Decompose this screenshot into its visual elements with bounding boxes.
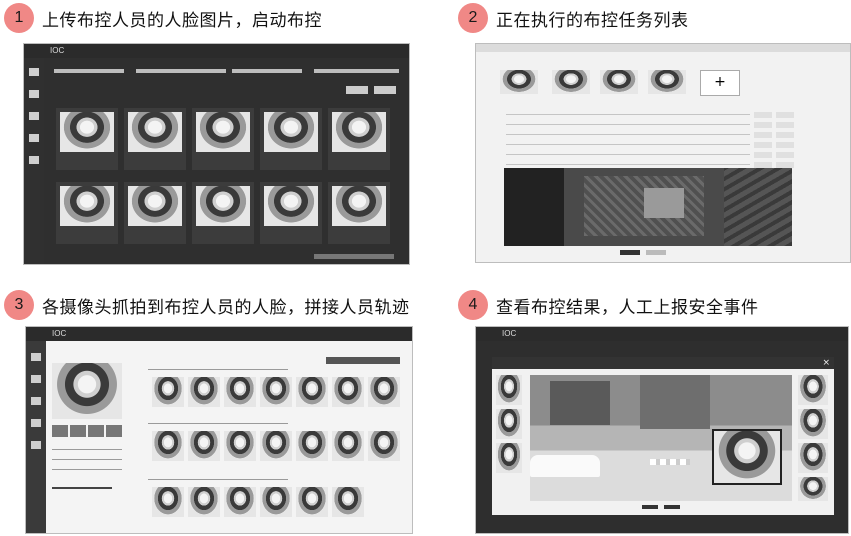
top-bar [476,327,848,341]
step-2-header: 2 正在执行的布控任务列表 [458,3,689,33]
progress-bar [52,487,112,489]
step-number-badge: 1 [4,3,34,33]
pagination[interactable] [314,254,394,259]
top-bar [24,44,409,58]
screenshot-upload-faces: IOC [24,44,409,264]
app-logo: IOC [52,329,67,338]
step-1-header: 1 上传布控人员的人脸图片，启动布控 [4,3,322,33]
add-target-button[interactable]: + [700,70,740,96]
step-number-badge: 3 [4,290,34,320]
top-bar [26,327,412,341]
confirm-button[interactable] [620,250,640,255]
left-nav [24,58,44,264]
ignore-button[interactable] [664,505,680,509]
target-face-thumb [600,70,638,94]
report-button[interactable] [642,505,658,509]
step-title: 正在执行的布控任务列表 [496,10,689,31]
app-logo: IOC [502,329,517,338]
step-number-badge: 4 [458,290,488,320]
filter-buttons[interactable] [326,357,400,364]
step-title: 查看布控结果，人工上报安全事件 [496,297,759,318]
step-number-badge: 2 [458,3,488,33]
step-4-header: 4 查看布控结果，人工上报安全事件 [458,290,759,320]
cancel-button[interactable] [646,250,666,255]
step-title: 各摄像头抓拍到布控人员的人脸，拼接人员轨迹 [42,297,410,318]
person-photo [52,363,122,419]
close-icon[interactable]: × [822,358,830,368]
alert-detail-modal: × [492,357,834,515]
search-button[interactable] [346,86,368,94]
screenshot-trajectory: IOC [26,327,412,533]
capture-scene [530,375,792,501]
target-face-thumb [500,70,538,94]
app-logo: IOC [50,46,65,55]
screenshot-alert-review: IOC × [476,327,848,533]
matched-face-crop [714,431,780,483]
target-face-thumb [648,70,686,94]
step-3-header: 3 各摄像头抓拍到布控人员的人脸，拼接人员轨迹 [4,290,410,320]
surveillance-map[interactable] [504,168,792,246]
screenshot-task-list: + [476,44,850,262]
reset-button[interactable] [374,86,396,94]
step-title: 上传布控人员的人脸图片，启动布控 [42,10,322,31]
target-face-thumb [552,70,590,94]
left-nav [26,341,46,533]
